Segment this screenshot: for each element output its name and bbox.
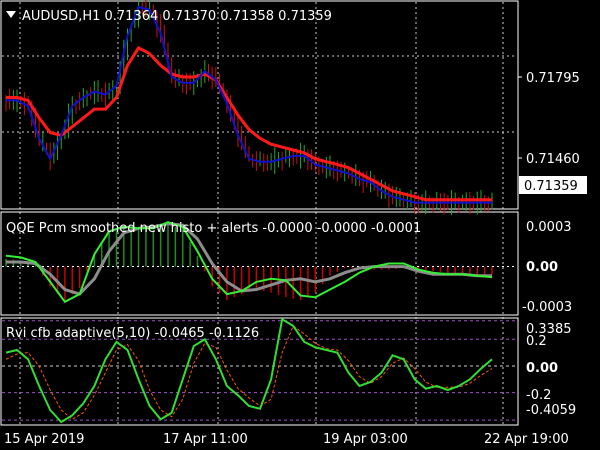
rvi-scale-m02: -0.2: [526, 388, 551, 403]
qqe-scale-zero: 0.00: [526, 260, 558, 275]
time-label-3: 19 Apr 03:00: [323, 432, 408, 447]
qqe-scale-bottom: -0.0003: [522, 300, 572, 315]
time-label-2: 17 Apr 11:00: [163, 432, 248, 447]
qqe-scale-top: 0.0003: [526, 220, 572, 235]
price-label-1: 0.71795: [526, 71, 580, 86]
rvi-scale-02: 0.2: [526, 334, 547, 349]
trading-chart[interactable]: AUDUSD,H1 0.71364 0.71370 0.71358 0.7135…: [0, 0, 600, 450]
time-label-4: 22 Apr 19:00: [484, 432, 569, 447]
rvi-scale-zero: 0.00: [526, 361, 558, 376]
rvi-scale-min: -0.4059: [526, 403, 576, 418]
current-price-label: 0.71359: [524, 179, 578, 194]
symbol-ohlc-label: AUDUSD,H1 0.71364 0.71370 0.71358 0.7135…: [22, 9, 332, 24]
rvi-title: Rvi cfb adaptive(5,10) -0.0465 -0.1126: [6, 326, 259, 341]
price-label-2: 0.71460: [526, 152, 580, 167]
qqe-title: QQE Pcm smoothed new histo + alerts -0.0…: [6, 221, 421, 236]
time-label-1: 15 Apr 2019: [4, 432, 84, 447]
